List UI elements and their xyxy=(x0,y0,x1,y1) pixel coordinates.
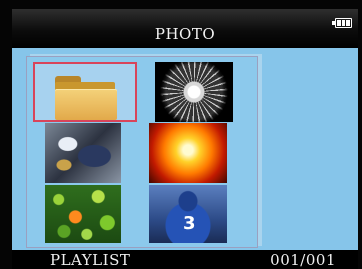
folder-icon xyxy=(55,76,117,120)
jersey-number: 3 xyxy=(183,213,196,234)
dandelion-thumbnail[interactable] xyxy=(155,62,233,122)
battery-full-icon xyxy=(332,18,352,28)
device-screen: PHOTO 3 PLAYLIST 001/001 xyxy=(0,0,362,269)
clownfish-thumbnail[interactable] xyxy=(45,185,121,243)
thumbnail-grid: 3 xyxy=(26,56,258,248)
status-bar: PLAYLIST 001/001 xyxy=(12,250,358,269)
football-player-thumbnail[interactable]: 3 xyxy=(149,185,227,243)
page-counter: 001/001 xyxy=(270,251,336,269)
content-area: 3 xyxy=(12,48,358,250)
fire-burst-thumbnail[interactable] xyxy=(149,123,227,183)
folder-tile[interactable] xyxy=(33,62,137,122)
page-title: PHOTO xyxy=(154,25,216,43)
title-bar: PHOTO xyxy=(12,9,358,48)
playlist-label[interactable]: PLAYLIST xyxy=(50,251,130,269)
football-players-thumbnail[interactable] xyxy=(45,123,121,183)
